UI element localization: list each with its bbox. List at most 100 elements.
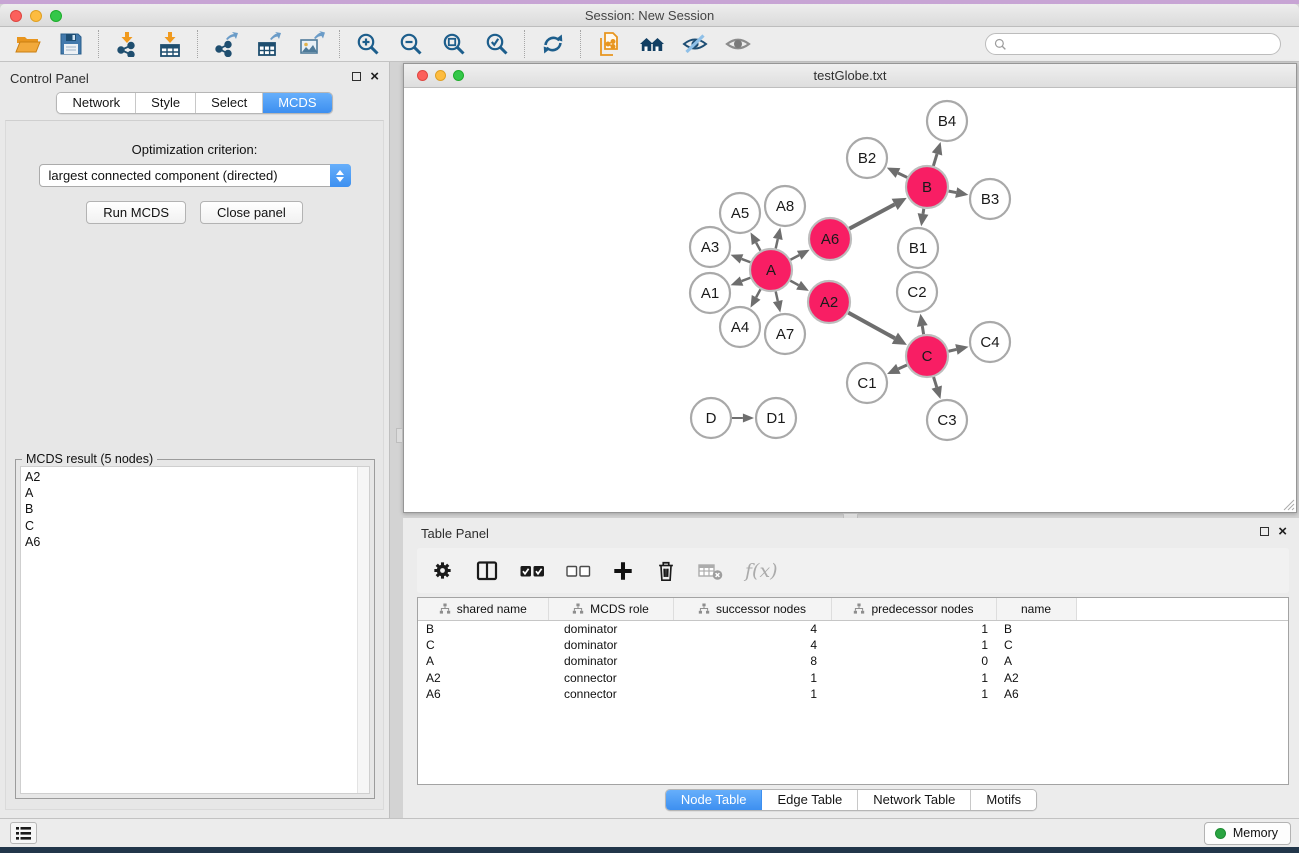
float-table-panel-icon[interactable] <box>1260 527 1269 536</box>
export-image-icon[interactable] <box>298 31 325 58</box>
search-field[interactable] <box>985 33 1281 55</box>
column-header-mcds-role[interactable]: MCDS role <box>548 598 673 620</box>
table-cell[interactable]: 1 <box>673 686 831 703</box>
table-tab-motifs[interactable]: Motifs <box>971 790 1036 810</box>
table-cell[interactable]: A6 <box>418 686 548 703</box>
table-cell[interactable]: 4 <box>673 620 831 637</box>
table-row[interactable]: Adominator80A <box>418 653 1288 670</box>
add-column-icon[interactable] <box>612 560 634 582</box>
table-body: Bdominator41BCdominator41CAdominator80AA… <box>418 620 1288 703</box>
import-network-icon[interactable] <box>113 31 140 58</box>
tab-network[interactable]: Network <box>57 93 136 113</box>
mcds-result-list[interactable]: A2ABCA6 <box>20 466 370 794</box>
close-table-panel-icon[interactable]: × <box>1278 527 1287 536</box>
table-cell[interactable]: A2 <box>418 670 548 687</box>
table-cell[interactable]: A <box>996 653 1076 670</box>
network-window-titlebar[interactable]: testGlobe.txt <box>404 64 1296 88</box>
zoom-in-icon[interactable] <box>354 31 381 58</box>
table-cell[interactable]: 1 <box>831 686 996 703</box>
task-history-button[interactable] <box>10 822 37 844</box>
table-cell[interactable]: 1 <box>831 620 996 637</box>
memory-button[interactable]: Memory <box>1204 822 1291 845</box>
tab-style[interactable]: Style <box>136 93 196 113</box>
result-item[interactable]: C <box>21 518 369 534</box>
table-cell[interactable]: dominator <box>548 637 673 654</box>
table-cell[interactable]: A6 <box>996 686 1076 703</box>
table-cell[interactable]: A <box>418 653 548 670</box>
tab-select[interactable]: Select <box>196 93 263 113</box>
node-table-container[interactable]: shared nameMCDS rolesuccessor nodesprede… <box>417 597 1289 785</box>
table-cell[interactable]: 1 <box>831 670 996 687</box>
table-cell[interactable]: 8 <box>673 653 831 670</box>
table-cell[interactable]: C <box>996 637 1076 654</box>
close-panel-button[interactable]: Close panel <box>200 201 303 224</box>
refresh-layout-icon[interactable] <box>539 31 566 58</box>
column-header-name[interactable]: name <box>996 598 1076 620</box>
table-row[interactable]: Bdominator41B <box>418 620 1288 637</box>
table-tab-network-table[interactable]: Network Table <box>858 790 971 810</box>
import-table-icon[interactable] <box>156 31 183 58</box>
deselect-all-icon[interactable] <box>566 562 591 580</box>
optimization-criterion-dropdown[interactable]: largest connected component (directed) <box>39 164 351 187</box>
first-neighbors-icon[interactable] <box>638 31 665 58</box>
function-builder-icon[interactable]: f(x) <box>745 560 778 582</box>
table-cell[interactable]: A2 <box>996 670 1076 687</box>
graph-node-label: C1 <box>857 375 876 392</box>
export-table-icon[interactable] <box>255 31 282 58</box>
zoom-fit-icon[interactable] <box>440 31 467 58</box>
table-cell[interactable]: dominator <box>548 620 673 637</box>
graph-node-label: A5 <box>731 205 749 222</box>
close-panel-icon[interactable]: × <box>370 72 379 81</box>
graph-node-label: C3 <box>937 412 956 429</box>
result-item[interactable]: A6 <box>21 534 369 550</box>
result-item[interactable]: A2 <box>21 467 369 485</box>
result-item[interactable]: B <box>21 501 369 517</box>
table-cell[interactable]: B <box>996 620 1076 637</box>
table-tab-edge-table[interactable]: Edge Table <box>762 790 858 810</box>
clone-network-icon[interactable] <box>595 31 622 58</box>
search-input[interactable] <box>1008 35 1280 53</box>
delete-table-icon[interactable] <box>698 561 724 581</box>
graph-node-label: C4 <box>980 334 999 351</box>
table-cell[interactable]: 0 <box>831 653 996 670</box>
select-all-icon[interactable] <box>520 562 545 580</box>
table-tab-node-table[interactable]: Node Table <box>666 790 763 810</box>
table-cell[interactable]: 1 <box>673 670 831 687</box>
table-row[interactable]: A6connector11A6 <box>418 686 1288 703</box>
gear-icon[interactable] <box>431 559 454 582</box>
zoom-selected-icon[interactable] <box>483 31 510 58</box>
graph-edge-arrow <box>773 227 783 240</box>
table-cell[interactable]: C <box>418 637 548 654</box>
hide-selected-icon[interactable] <box>681 31 708 58</box>
list-icon <box>15 826 32 841</box>
run-mcds-button[interactable]: Run MCDS <box>86 201 186 224</box>
tab-mcds[interactable]: MCDS <box>263 93 331 113</box>
delete-column-icon[interactable] <box>655 559 677 583</box>
result-item[interactable]: A <box>21 485 369 501</box>
table-cell[interactable]: 1 <box>831 637 996 654</box>
table-row[interactable]: Cdominator41C <box>418 637 1288 654</box>
table-cell[interactable]: dominator <box>548 653 673 670</box>
table-row[interactable]: A2connector11A2 <box>418 670 1288 687</box>
table-cell[interactable]: connector <box>548 686 673 703</box>
graph-node-label: A1 <box>701 285 719 302</box>
table-header-row[interactable]: shared nameMCDS rolesuccessor nodesprede… <box>418 598 1288 620</box>
table-cell[interactable]: B <box>418 620 548 637</box>
split-view-icon[interactable] <box>475 559 499 583</box>
resize-grip-icon[interactable] <box>1282 498 1295 511</box>
open-file-icon[interactable] <box>14 31 41 58</box>
column-header-successor-nodes[interactable]: successor nodes <box>673 598 831 620</box>
export-network-icon[interactable] <box>212 31 239 58</box>
table-cell[interactable]: 4 <box>673 637 831 654</box>
panel-splitter-handle[interactable] <box>396 428 403 443</box>
column-header-shared-name[interactable]: shared name <box>418 598 548 620</box>
show-all-icon[interactable] <box>724 31 751 58</box>
result-scrollbar[interactable] <box>357 467 369 793</box>
optimization-criterion-label: Optimization criterion: <box>6 142 383 157</box>
column-header-predecessor-nodes[interactable]: predecessor nodes <box>831 598 996 620</box>
save-session-icon[interactable] <box>57 31 84 58</box>
float-panel-icon[interactable] <box>352 72 361 81</box>
zoom-out-icon[interactable] <box>397 31 424 58</box>
network-canvas[interactable]: B4B2BB3A8A5A6A3B1AA1C2A2A4A7C4CC1C3DD1 <box>404 89 1296 512</box>
table-cell[interactable]: connector <box>548 670 673 687</box>
